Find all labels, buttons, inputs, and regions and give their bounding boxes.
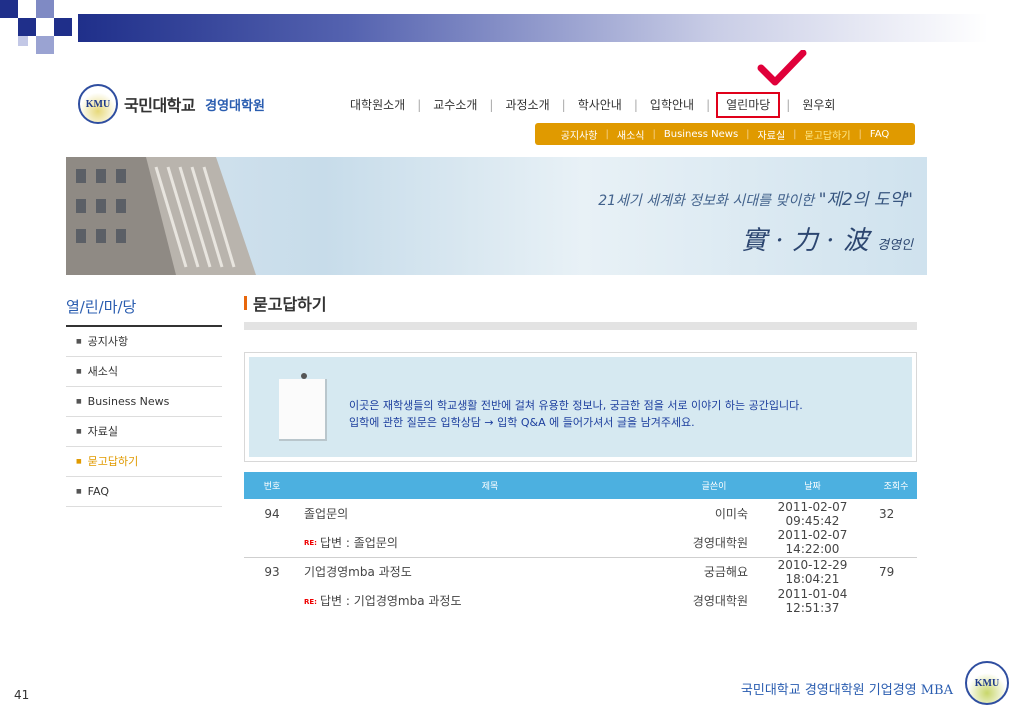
- sidebar-title: 열/린/마/당: [66, 296, 222, 327]
- subnav-separator: |: [858, 128, 862, 140]
- sub-navigation: 공지사항 | 새소식 | Business News | 자료실 | 묻고답하기…: [535, 123, 915, 145]
- sidebar-item-news[interactable]: 새소식: [66, 357, 222, 387]
- col-writer: 글쓴이: [680, 472, 750, 499]
- row-date: 2011-02-07 14:22:00: [750, 528, 875, 558]
- sidebar: 열/린/마/당 공지사항 새소식 Business News 자료실 묻고답하기…: [66, 296, 222, 507]
- nav-admissions[interactable]: 입학안내: [638, 96, 706, 113]
- table-row[interactable]: 93 기업경영mba 과정도 궁금해요 2010-12-29 18:04:21 …: [244, 557, 917, 586]
- school-name: 경영대학원: [205, 98, 265, 114]
- table-row-reply[interactable]: RE: 답변 : 졸업문의 경영대학원 2011-02-07 14:22:00: [244, 528, 917, 558]
- banner-line1-emphasis: "제2의 도약": [818, 190, 913, 210]
- sidebar-item-notices[interactable]: 공지사항: [66, 327, 222, 357]
- row-writer: 경영대학원: [692, 594, 748, 608]
- row-views: [875, 586, 917, 615]
- banner-line1: 21세기 세계화 정보화 시대를 맞이한: [598, 193, 819, 209]
- banner-line2-small: 경영인: [877, 238, 913, 253]
- subnav-separator: |: [793, 128, 797, 140]
- col-number: 번호: [244, 472, 300, 499]
- board-table: 번호 제목 글쓴이 날짜 조회수 94 졸업문의 이미숙 2011-02-07 …: [244, 472, 917, 615]
- subnav-business-news[interactable]: Business News: [660, 129, 742, 140]
- hero-banner: 21세기 세계화 정보화 시대를 맞이한 "제2의 도약" 實 · 力 · 波 …: [66, 157, 927, 275]
- memo-icon: [279, 379, 327, 441]
- row-writer: 궁금해요: [703, 565, 748, 580]
- footer-kmu-logo-icon: KMU: [965, 661, 1009, 705]
- kmu-emblem-icon: KMU: [78, 84, 118, 124]
- pin-icon: [301, 373, 307, 379]
- nav-academics[interactable]: 학사안내: [566, 96, 634, 113]
- main-navigation: 대학원소개 | 교수소개 | 과정소개 | 학사안내 | 입학안내 | 열린마당…: [338, 92, 847, 118]
- reply-icon: RE:: [304, 597, 317, 606]
- subnav-news[interactable]: 새소식: [613, 127, 649, 142]
- table-row[interactable]: 94 졸업문의 이미숙 2011-02-07 09:45:42 32: [244, 499, 917, 528]
- subnav-separator: |: [605, 128, 609, 140]
- row-subject-link[interactable]: 기업경영mba 과정도: [300, 557, 680, 586]
- row-number: [244, 586, 300, 615]
- nav-open-forum[interactable]: 열린마당: [716, 92, 781, 118]
- row-views: 79: [879, 564, 895, 579]
- row-number: 94: [264, 506, 280, 521]
- row-date: 2010-12-29 18:04:21: [777, 557, 848, 586]
- col-date: 날짜: [750, 472, 875, 499]
- checkmark-icon: [757, 50, 807, 86]
- table-row-reply[interactable]: RE: 답변 : 기업경영mba 과정도 경영대학원 2011-01-04 12:…: [244, 586, 917, 615]
- notice-line-1: 이곳은 재학생들의 학교생활 전반에 걸쳐 유용한 정보나, 궁금한 점을 서로…: [349, 399, 803, 412]
- building-image: [66, 157, 256, 275]
- subnav-archive[interactable]: 자료실: [754, 127, 790, 142]
- col-subject: 제목: [300, 472, 680, 499]
- row-views: 32: [879, 506, 895, 521]
- row-views: [875, 528, 917, 558]
- footer-text: 국민대학교 경영대학원 기업경영 MBA: [740, 683, 953, 698]
- row-subject-link[interactable]: RE: 답변 : 기업경영mba 과정도: [300, 586, 680, 615]
- subnav-notices[interactable]: 공지사항: [557, 127, 602, 142]
- subnav-separator: |: [652, 128, 656, 140]
- page-title: 묻고답하기: [244, 291, 327, 315]
- row-subject-text[interactable]: 답변 : 기업경영mba 과정도: [320, 594, 462, 608]
- reply-icon: RE:: [304, 539, 317, 548]
- row-number: 93: [264, 564, 280, 579]
- row-subject-text[interactable]: 답변 : 졸업문의: [320, 536, 398, 550]
- nav-about[interactable]: 대학원소개: [338, 96, 417, 113]
- col-views: 조회수: [875, 472, 917, 499]
- notice-text: 이곳은 재학생들의 학교생활 전반에 걸쳐 유용한 정보나, 궁금한 점을 서로…: [349, 397, 803, 431]
- site-logo[interactable]: KMU 국민대학교 경영대학원: [78, 84, 265, 124]
- row-date: 2011-01-04 12:51:37: [777, 586, 848, 615]
- sidebar-item-archive[interactable]: 자료실: [66, 417, 222, 447]
- subnav-qna[interactable]: 묻고답하기: [801, 127, 855, 142]
- banner-slogan: 21세기 세계화 정보화 시대를 맞이한 "제2의 도약" 實 · 力 · 波 …: [598, 185, 913, 257]
- sidebar-item-qna[interactable]: 묻고답하기: [66, 447, 222, 477]
- title-divider: [244, 322, 917, 330]
- row-number: [244, 528, 300, 558]
- row-date: 2011-02-07 09:45:42: [777, 499, 848, 528]
- slide-decoration: [0, 0, 1023, 60]
- slide-page-number: 41: [14, 688, 30, 702]
- row-subject-link[interactable]: RE: 답변 : 졸업문의: [300, 528, 680, 558]
- banner-line2: 實 · 力 · 波: [741, 226, 878, 256]
- sidebar-item-faq[interactable]: FAQ: [66, 477, 222, 507]
- subnav-faq[interactable]: FAQ: [866, 129, 893, 140]
- board-notice: 이곳은 재학생들의 학교생활 전반에 걸쳐 유용한 정보나, 궁금한 점을 서로…: [244, 352, 917, 462]
- sidebar-item-business-news[interactable]: Business News: [66, 387, 222, 417]
- nav-programs[interactable]: 과정소개: [493, 96, 561, 113]
- nav-alumni[interactable]: 원우회: [790, 96, 847, 113]
- university-name: 국민대학교: [124, 96, 196, 115]
- row-writer: 이미숙: [714, 507, 748, 521]
- nav-faculty[interactable]: 교수소개: [421, 96, 489, 113]
- subnav-separator: |: [746, 128, 750, 140]
- row-writer: 경영대학원: [680, 528, 750, 558]
- row-subject-link[interactable]: 졸업문의: [300, 499, 680, 528]
- table-header-row: 번호 제목 글쓴이 날짜 조회수: [244, 472, 917, 499]
- notice-line-2: 입학에 관한 질문은 입학상담 → 입학 Q&A 에 들어가셔서 글을 남겨주세…: [349, 416, 695, 429]
